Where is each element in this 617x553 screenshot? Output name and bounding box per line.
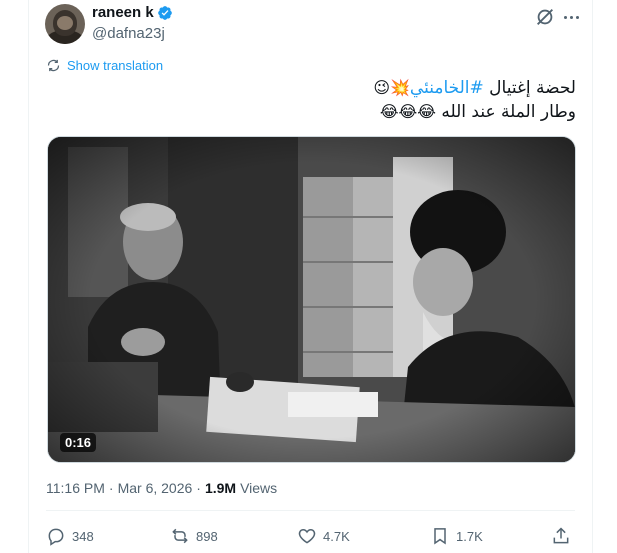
video-frame xyxy=(48,137,575,462)
tweet-text: لحضة إغتيال #الخامنئي💥😉 وطار الملة عند ا… xyxy=(76,76,576,124)
tweet-line-1: لحضة إغتيال #الخامنئي💥😉 xyxy=(76,76,576,100)
bookmark-count: 1.7K xyxy=(456,528,483,544)
tweet-time[interactable]: 11:16 PM xyxy=(46,480,105,496)
translate-icon xyxy=(47,59,60,72)
meta-separator: · xyxy=(196,480,201,496)
handle[interactable]: @dafna23j xyxy=(92,25,165,42)
tweet-line-1-prefix: لحضة إغتيال xyxy=(483,78,576,98)
reply-icon xyxy=(48,528,64,546)
tweet-header: raneen k @dafna23j xyxy=(45,2,579,46)
hashtag-link[interactable]: #الخامنئي xyxy=(410,78,484,98)
display-name[interactable]: raneen k xyxy=(92,4,154,21)
tweet-line-2-text: وطار الملة عند الله xyxy=(435,102,576,122)
repost-button[interactable]: 898 xyxy=(170,526,218,546)
tweet-line-2-emojis: 😂😂😂 xyxy=(379,102,436,121)
like-icon xyxy=(298,528,316,544)
like-count: 4.7K xyxy=(323,528,350,544)
repost-count: 898 xyxy=(196,528,218,544)
avatar[interactable] xyxy=(45,4,85,44)
tweet-meta: 11:16 PM · Mar 6, 2026 · 1.9M Views xyxy=(46,480,277,496)
share-button[interactable] xyxy=(551,526,571,546)
name-row: raneen k xyxy=(92,4,173,21)
tweet-date[interactable]: Mar 6, 2026 xyxy=(118,480,193,496)
video-player[interactable]: 0:16 xyxy=(47,136,576,463)
show-translation-label[interactable]: Show translation xyxy=(67,58,163,73)
grok-icon[interactable] xyxy=(534,6,556,28)
reply-button[interactable]: 348 xyxy=(46,526,94,546)
bookmark-icon xyxy=(434,528,446,545)
tweet-card: raneen k @dafna23j Show translation لحضة… xyxy=(28,0,593,553)
show-translation[interactable]: Show translation xyxy=(46,58,163,73)
verified-badge-icon xyxy=(157,5,172,20)
share-icon xyxy=(553,527,569,544)
like-button[interactable]: 4.7K xyxy=(297,526,350,546)
action-bar: 348 898 4.7K 1.7K xyxy=(46,526,579,552)
video-duration: 0:16 xyxy=(60,433,97,452)
bookmark-button[interactable]: 1.7K xyxy=(430,526,483,546)
more-icon[interactable] xyxy=(560,6,582,28)
meta-separator: · xyxy=(108,480,114,496)
divider xyxy=(46,510,575,511)
repost-icon xyxy=(172,528,188,544)
views-count: 1.9M xyxy=(204,480,237,496)
reply-count: 348 xyxy=(72,528,94,544)
tweet-line-1-emojis: 💥😉 xyxy=(373,78,410,97)
tweet-line-2: وطار الملة عند الله 😂😂😂 xyxy=(76,100,576,124)
views-label: Views xyxy=(240,480,278,496)
